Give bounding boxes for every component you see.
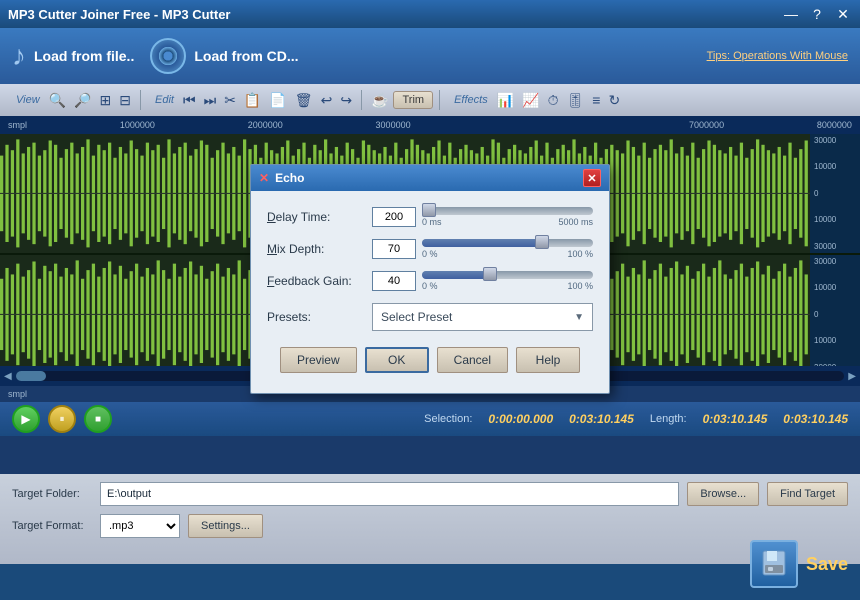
tips-link[interactable]: Tips: Operations With Mouse (707, 50, 848, 62)
mix-depth-labels: 0 % 100 % (422, 249, 593, 259)
mix-depth-row: Mix Depth: 0 % 100 % (267, 239, 593, 259)
main-area: View 🔍 🔎 ⊞ ⊟ Edit ⏮ ⏭ ✂ 📋 📄 🗑 ↩ ↪ ☕ Trim… (0, 84, 860, 474)
close-button[interactable]: ✕ (834, 6, 852, 23)
dialog-title: ✕ Echo (259, 171, 304, 185)
find-target-button[interactable]: Find Target (767, 482, 848, 506)
app-title: MP3 Cutter Joiner Free - MP3 Cutter (8, 7, 231, 22)
dropdown-arrow-icon: ▼ (574, 312, 584, 323)
mix-depth-slider[interactable] (422, 239, 593, 247)
delay-time-input[interactable] (372, 207, 416, 227)
save-button[interactable]: Save (806, 554, 848, 575)
delay-time-slider-container: 0 ms 5000 ms (422, 207, 593, 227)
delay-max-label: 5000 ms (558, 217, 593, 227)
feedback-gain-slider[interactable] (422, 271, 593, 279)
minimize-button[interactable]: — (782, 6, 800, 23)
dialog-title-bar: ✕ Echo ✕ (251, 165, 609, 191)
presets-label: Presets: (267, 310, 372, 324)
browse-button[interactable]: Browse... (687, 482, 759, 506)
target-format-label: Target Format: (12, 520, 92, 532)
delay-time-labels: 0 ms 5000 ms (422, 217, 593, 227)
help-button[interactable]: ? (808, 6, 826, 23)
mix-depth-slider-container: 0 % 100 % (422, 239, 593, 259)
preview-button[interactable]: Preview (280, 347, 357, 373)
cd-icon (150, 38, 186, 74)
delay-time-thumb (422, 203, 436, 217)
cancel-button[interactable]: Cancel (437, 347, 508, 373)
delay-min-label: 0 ms (422, 217, 442, 227)
format-select[interactable]: .mp3 (100, 514, 180, 538)
save-icon[interactable] (750, 540, 798, 588)
delay-time-slider[interactable] (422, 207, 593, 215)
mix-depth-thumb (535, 235, 549, 249)
load-buttons-area: ♪ Load from file.. Load from CD... (12, 38, 299, 74)
target-folder-input[interactable] (100, 482, 679, 506)
window-controls: — ? ✕ (782, 6, 852, 23)
dialog-overlay: ✕ Echo ✕ Delay Time: (0, 84, 860, 474)
load-cd-label: Load from CD... (194, 48, 298, 64)
delay-time-row: Delay Time: 0 ms 5000 ms (267, 207, 593, 227)
echo-icon: ✕ (259, 171, 269, 185)
feedback-gain-input[interactable] (372, 271, 416, 291)
presets-row: Presets: Select Preset ▼ (267, 303, 593, 331)
save-area: Save (750, 540, 848, 588)
load-file-button[interactable]: ♪ Load from file.. (12, 40, 134, 72)
feedback-gain-labels: 0 % 100 % (422, 281, 593, 291)
title-bar: MP3 Cutter Joiner Free - MP3 Cutter — ? … (0, 0, 860, 28)
mix-depth-label: Mix Depth: (267, 242, 372, 256)
mix-depth-input[interactable] (372, 239, 416, 259)
feedback-max-label: 100 % (567, 281, 593, 291)
feedback-gain-fill (422, 271, 490, 279)
dialog-title-text: Echo (275, 171, 304, 185)
target-folder-row: Target Folder: Browse... Find Target Sav… (12, 482, 848, 506)
mix-max-label: 100 % (567, 249, 593, 259)
presets-select-button[interactable]: Select Preset ▼ (372, 303, 593, 331)
top-bar: ♪ Load from file.. Load from CD... Tips:… (0, 28, 860, 84)
delay-time-label: Delay Time: (267, 210, 372, 224)
target-folder-label: Target Folder: (12, 488, 92, 500)
echo-dialog: ✕ Echo ✕ Delay Time: (250, 164, 610, 394)
feedback-gain-row: Feedback Gain: 0 % 100 % (267, 271, 593, 291)
help-button[interactable]: Help (516, 347, 580, 373)
dialog-body: Delay Time: 0 ms 5000 ms (251, 191, 609, 393)
feedback-gain-label: Feedback Gain: (267, 274, 372, 288)
ok-button[interactable]: OK (365, 347, 429, 373)
feedback-gain-slider-container: 0 % 100 % (422, 271, 593, 291)
mix-min-label: 0 % (422, 249, 438, 259)
settings-button[interactable]: Settings... (188, 514, 263, 538)
presets-dropdown: Select Preset ▼ (372, 303, 593, 331)
target-format-row: Target Format: .mp3 Settings... (12, 514, 848, 538)
load-cd-button[interactable]: Load from CD... (150, 38, 298, 74)
dialog-buttons: Preview OK Cancel Help (267, 343, 593, 377)
bottom-bar: Target Folder: Browse... Find Target Sav… (0, 474, 860, 564)
feedback-min-label: 0 % (422, 281, 438, 291)
presets-value: Select Preset (381, 310, 452, 324)
load-file-label: Load from file.. (34, 48, 134, 64)
feedback-gain-thumb (483, 267, 497, 281)
music-icon: ♪ (12, 40, 26, 72)
mix-depth-fill (422, 239, 542, 247)
dialog-close-button[interactable]: ✕ (583, 169, 601, 187)
